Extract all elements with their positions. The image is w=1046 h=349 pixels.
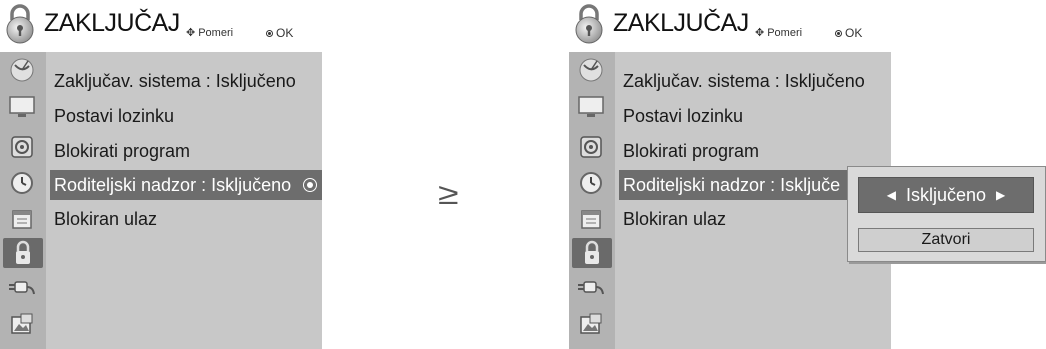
- clock-icon[interactable]: [574, 168, 608, 198]
- lock-menu-panel-left: ZAKLJUČAJ ✥ Pomeri OK Zaključav. sistema…: [0, 0, 322, 349]
- category-sidebar: [0, 52, 46, 349]
- speaker-icon[interactable]: [5, 132, 39, 162]
- arrow-right-icon[interactable]: ▶: [996, 188, 1005, 202]
- satellite-dish-icon[interactable]: [5, 55, 39, 85]
- arrow-left-icon[interactable]: ◀: [887, 188, 896, 202]
- menu-item-parental-control[interactable]: Roditeljski nadzor : Isključeno: [50, 170, 322, 200]
- ok-hint: OK: [835, 26, 862, 40]
- lock-icon: [6, 4, 34, 44]
- move-hint: ✥ Pomeri: [755, 26, 803, 40]
- tv-screen-icon[interactable]: [574, 92, 608, 122]
- satellite-dish-icon[interactable]: [574, 55, 608, 85]
- move-arrows-icon: ✥: [186, 27, 196, 39]
- ok-button-icon: [835, 29, 842, 37]
- menu-item-input-block[interactable]: Blokiran ulaz: [54, 204, 320, 234]
- menu-item-system-lock[interactable]: Zaključav. sistema : Isključeno: [623, 66, 889, 96]
- clock-icon[interactable]: [5, 168, 39, 198]
- menu-title: ZAKLJUČAJ: [613, 9, 749, 37]
- option-selector[interactable]: ◀ Isključeno ▶: [858, 177, 1034, 213]
- lock-menu-panel-right: ZAKLJUČAJ ✥ Pomeri OK Zaključav. sistema…: [569, 0, 891, 349]
- ok-hint: OK: [266, 26, 293, 40]
- parental-control-popup: ◀ Isključeno ▶ Zatvori: [847, 166, 1046, 262]
- photo-icon[interactable]: [574, 310, 608, 340]
- close-button[interactable]: Zatvori: [858, 228, 1034, 252]
- speaker-icon[interactable]: [574, 132, 608, 162]
- menu-title: ZAKLJUČAJ: [44, 9, 180, 37]
- lock-icon: [575, 4, 603, 44]
- move-arrows-icon: ✥: [755, 27, 765, 39]
- lock-icon[interactable]: [572, 238, 612, 268]
- photo-icon[interactable]: [5, 310, 39, 340]
- ok-button-icon: [266, 29, 273, 37]
- tv-screen-icon[interactable]: [5, 92, 39, 122]
- menu-item-set-password[interactable]: Postavi lozinku: [623, 101, 889, 131]
- menu-list: Zaključav. sistema : Isključeno Postavi …: [46, 52, 322, 349]
- menu-header: ZAKLJUČAJ ✥ Pomeri OK: [569, 0, 891, 52]
- menu-item-block-program[interactable]: Blokirati program: [623, 136, 889, 166]
- menu-header: ZAKLJUČAJ ✥ Pomeri OK: [0, 0, 322, 52]
- category-sidebar: [569, 52, 615, 349]
- calendar-icon[interactable]: [5, 204, 39, 234]
- menu-item-label: Roditeljski nadzor : Isključeno: [54, 175, 292, 195]
- plug-icon[interactable]: [574, 272, 608, 302]
- menu-item-set-password[interactable]: Postavi lozinku: [54, 101, 320, 131]
- option-value: Isključeno: [905, 184, 987, 205]
- lock-icon[interactable]: [3, 238, 43, 268]
- menu-item-block-program[interactable]: Blokirati program: [54, 136, 320, 166]
- move-hint: ✥ Pomeri: [186, 26, 234, 40]
- calendar-icon[interactable]: [574, 204, 608, 234]
- ok-indicator-icon: [303, 178, 317, 192]
- step-arrow: ≥: [437, 178, 459, 211]
- menu-item-system-lock[interactable]: Zaključav. sistema : Isključeno: [54, 66, 320, 96]
- plug-icon[interactable]: [5, 272, 39, 302]
